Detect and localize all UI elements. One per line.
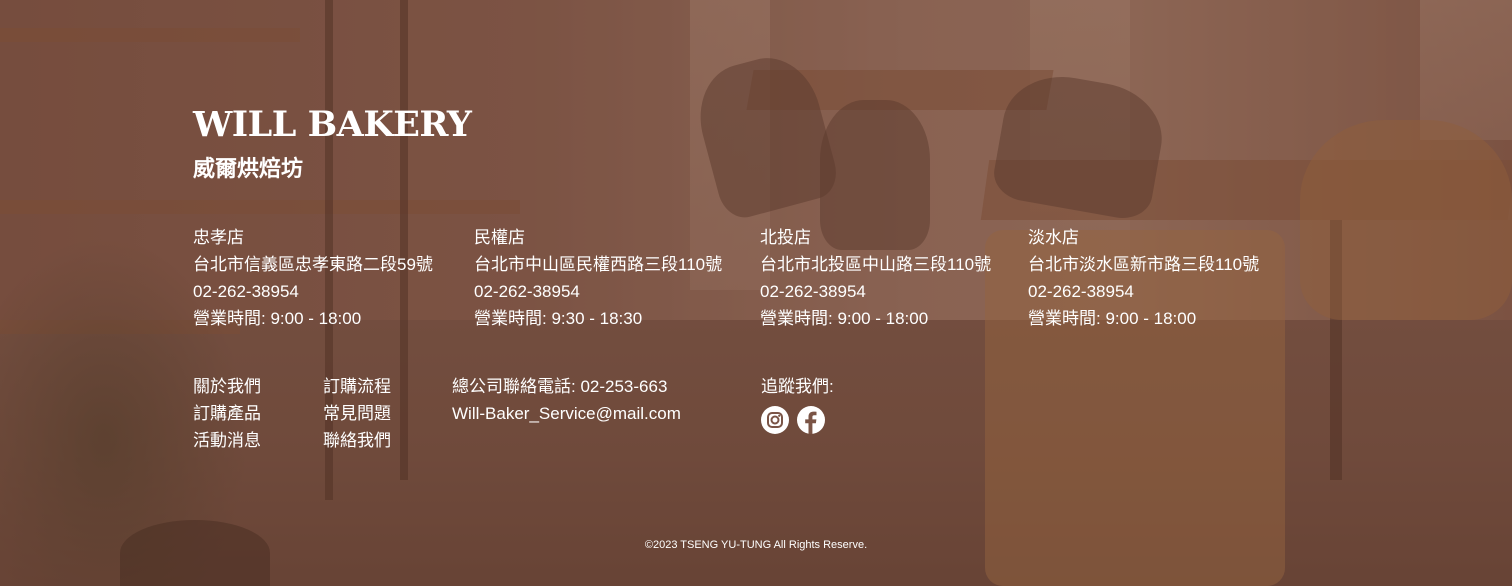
footer-links-col1: 關於我們 訂購產品 活動消息 [193,373,261,454]
store-address: 台北市北投區中山路三段110號 [760,255,992,274]
store-hours: 營業時間: 9:00 - 18:00 [760,309,929,328]
copyright: ©2023 TSENG YU-TUNG All Rights Reserve. [644,539,868,551]
store-minquan: 民權店 台北市中山區民權西路三段110號 02-262-38954 營業時間: … [474,224,722,332]
follow-us: 追蹤我們: [761,373,834,434]
instagram-icon[interactable] [761,406,789,434]
company-contact: 總公司聯絡電話: 02-253-663 Will-Baker_Service@m… [452,373,681,427]
link-order-process[interactable]: 訂購流程 [323,373,391,400]
link-order-products[interactable]: 訂購產品 [193,400,261,427]
store-beitou: 北投店 台北市北投區中山路三段110號 02-262-38954 營業時間: 9… [760,224,991,332]
facebook-icon[interactable] [797,406,825,434]
store-name: 忠孝店 [193,228,244,247]
store-hours: 營業時間: 9:30 - 18:30 [474,309,643,328]
store-address: 台北市中山區民權西路三段110號 [474,255,723,274]
footer-links-col2: 訂購流程 常見問題 聯絡我們 [323,373,391,454]
store-name: 淡水店 [1028,228,1079,247]
store-zhongxiao: 忠孝店 台北市信義區忠孝東路二段59號 02-262-38954 營業時間: 9… [193,224,433,332]
store-phone: 02-262-38954 [193,282,299,301]
company-email[interactable]: Will-Baker_Service@mail.com [452,400,681,427]
store-hours: 營業時間: 9:00 - 18:00 [1028,309,1197,328]
social-links [761,406,834,434]
brand-subtitle: 威爾烘焙坊 [193,156,304,182]
store-phone: 02-262-38954 [760,282,866,301]
brand-name: WILL BAKERY [193,104,472,145]
link-events[interactable]: 活動消息 [193,427,261,454]
link-about[interactable]: 關於我們 [193,373,261,400]
store-hours: 營業時間: 9:00 - 18:00 [193,309,362,328]
store-name: 民權店 [474,228,525,247]
brand: WILL BAKERY 威爾烘焙坊 [193,104,472,184]
store-tamsui: 淡水店 台北市淡水區新市路三段110號 02-262-38954 營業時間: 9… [1028,224,1259,332]
link-contact[interactable]: 聯絡我們 [323,427,391,454]
store-name: 北投店 [760,228,811,247]
link-faq[interactable]: 常見問題 [323,400,391,427]
store-phone: 02-262-38954 [1028,282,1134,301]
store-address: 台北市信義區忠孝東路二段59號 [193,255,433,274]
store-address: 台北市淡水區新市路三段110號 [1028,255,1260,274]
store-phone: 02-262-38954 [474,282,580,301]
company-phone: 總公司聯絡電話: 02-253-663 [452,377,668,396]
follow-label: 追蹤我們: [761,377,834,396]
